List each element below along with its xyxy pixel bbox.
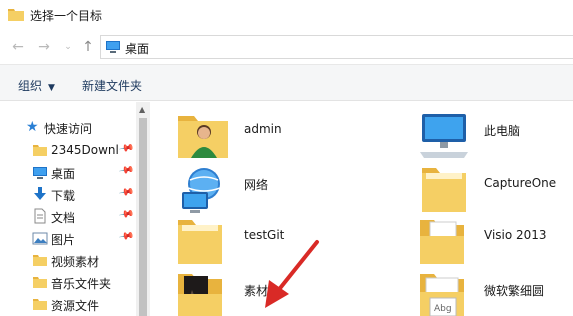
folder-icon [422, 168, 466, 212]
star-icon: ★ [26, 119, 39, 135]
nav-item-music-folder[interactable]: 音乐文件夹 [0, 271, 136, 293]
item-name: 此电脑 [484, 124, 521, 138]
download-icon [34, 187, 46, 200]
address-bar[interactable]: 桌面 [100, 35, 573, 59]
address-row: ← → ⌄ ↑ 桌面 [0, 34, 573, 60]
pin-icon: 📌 [117, 184, 135, 201]
item-name: CaptureOne [484, 176, 557, 190]
chevron-down-icon[interactable]: ⌄ [60, 38, 76, 56]
nav-item-label: 下载 [51, 189, 76, 203]
nav-item-2345downloads[interactable]: 2345Downlc 📌 [0, 139, 136, 161]
back-arrow-icon[interactable]: ← [10, 38, 26, 56]
folder-icon [33, 145, 47, 156]
item-name: Visio 2013 [484, 228, 547, 242]
nav-item-downloads[interactable]: 下载 📌 [0, 183, 136, 205]
nav-item-desktop[interactable]: 桌面 📌 [0, 161, 136, 183]
address-location: 桌面 [125, 42, 150, 56]
folder-icon [33, 255, 47, 266]
pin-icon: 📌 [117, 140, 135, 157]
folder-icon [420, 220, 464, 264]
nav-item-documents[interactable]: 文档 📌 [0, 205, 136, 227]
organize-button[interactable]: 组织 ▼ [18, 77, 55, 94]
nav-item-label: 2345Downlc [51, 143, 119, 157]
desktop-icon [106, 41, 120, 53]
item-this-pc[interactable]: 此电脑 [416, 108, 573, 160]
nav-item-label: 音乐文件夹 [51, 277, 112, 291]
up-arrow-icon[interactable]: ↑ [80, 38, 96, 56]
nav-item-label: 桌面 [51, 167, 76, 181]
network-icon [182, 168, 221, 213]
image-folder-icon [178, 274, 222, 316]
nav-quick-access-label: 快速访问 [44, 122, 93, 136]
item-name: 网络 [244, 178, 269, 192]
computer-icon [420, 114, 468, 158]
nav-item-label: 资源文件 [51, 299, 100, 313]
pin-icon: 📌 [117, 228, 135, 245]
nav-scrollbar[interactable]: ▲ [136, 102, 150, 316]
red-arrow-annotation [265, 240, 319, 308]
folder-icon [8, 9, 24, 21]
nav-item-label: 文档 [51, 211, 76, 225]
picture-icon [32, 232, 48, 245]
item-font-folder[interactable]: Abg 微软繁细圆 [416, 268, 573, 316]
item-visio-2013[interactable]: Visio 2013 [416, 214, 573, 266]
user-folder-icon [178, 116, 228, 158]
content-pane: admin 此电脑 网络 CaptureOne testGit Visio 20… [152, 102, 573, 316]
folder-icon [178, 220, 222, 264]
window-title: 选择一个目标 [30, 9, 103, 23]
nav-item-label: 视频素材 [51, 255, 100, 269]
document-icon [34, 208, 46, 224]
item-admin[interactable]: admin [176, 108, 376, 160]
item-name: admin [244, 122, 282, 136]
desktop-icon [33, 167, 47, 179]
item-name: 微软繁细圆 [484, 284, 545, 298]
nav-quick-access[interactable]: ★ 快速访问 [0, 116, 136, 138]
item-network[interactable]: 网络 [176, 162, 376, 214]
nav-item-resource-files[interactable]: 资源文件 [0, 293, 136, 315]
pin-icon: 📌 [117, 162, 135, 179]
item-captureone[interactable]: CaptureOne [416, 162, 573, 214]
nav-item-pictures[interactable]: 图片 📌 [0, 227, 136, 249]
forward-arrow-icon[interactable]: → [36, 38, 52, 56]
file-picker-dialog: 选择一个目标 ← → ⌄ ↑ 桌面 组织 ▼ 新建文件夹 ★ 快速访问 2345… [0, 0, 573, 316]
command-bar: 组织 ▼ 新建文件夹 [0, 64, 573, 101]
caret-down-icon: ▼ [48, 83, 55, 93]
font-folder-icon: Abg [420, 274, 464, 316]
nav-item-label: 图片 [51, 233, 76, 247]
new-folder-button[interactable]: 新建文件夹 [82, 77, 142, 94]
title-bar: 选择一个目标 [0, 0, 573, 30]
scroll-up-arrow-icon[interactable]: ▲ [139, 105, 145, 114]
folder-icon [33, 277, 47, 288]
scroll-thumb[interactable] [139, 118, 147, 316]
nav-item-video-assets[interactable]: 视频素材 [0, 249, 136, 271]
pin-icon: 📌 [117, 206, 135, 223]
organize-label: 组织 [18, 79, 43, 93]
svg-text:Abg: Abg [434, 304, 452, 314]
folder-icon [33, 299, 47, 310]
navigation-pane: ★ 快速访问 2345Downlc 📌 桌面 📌 下载 📌 文档 📌 图片 📌 … [0, 102, 150, 316]
